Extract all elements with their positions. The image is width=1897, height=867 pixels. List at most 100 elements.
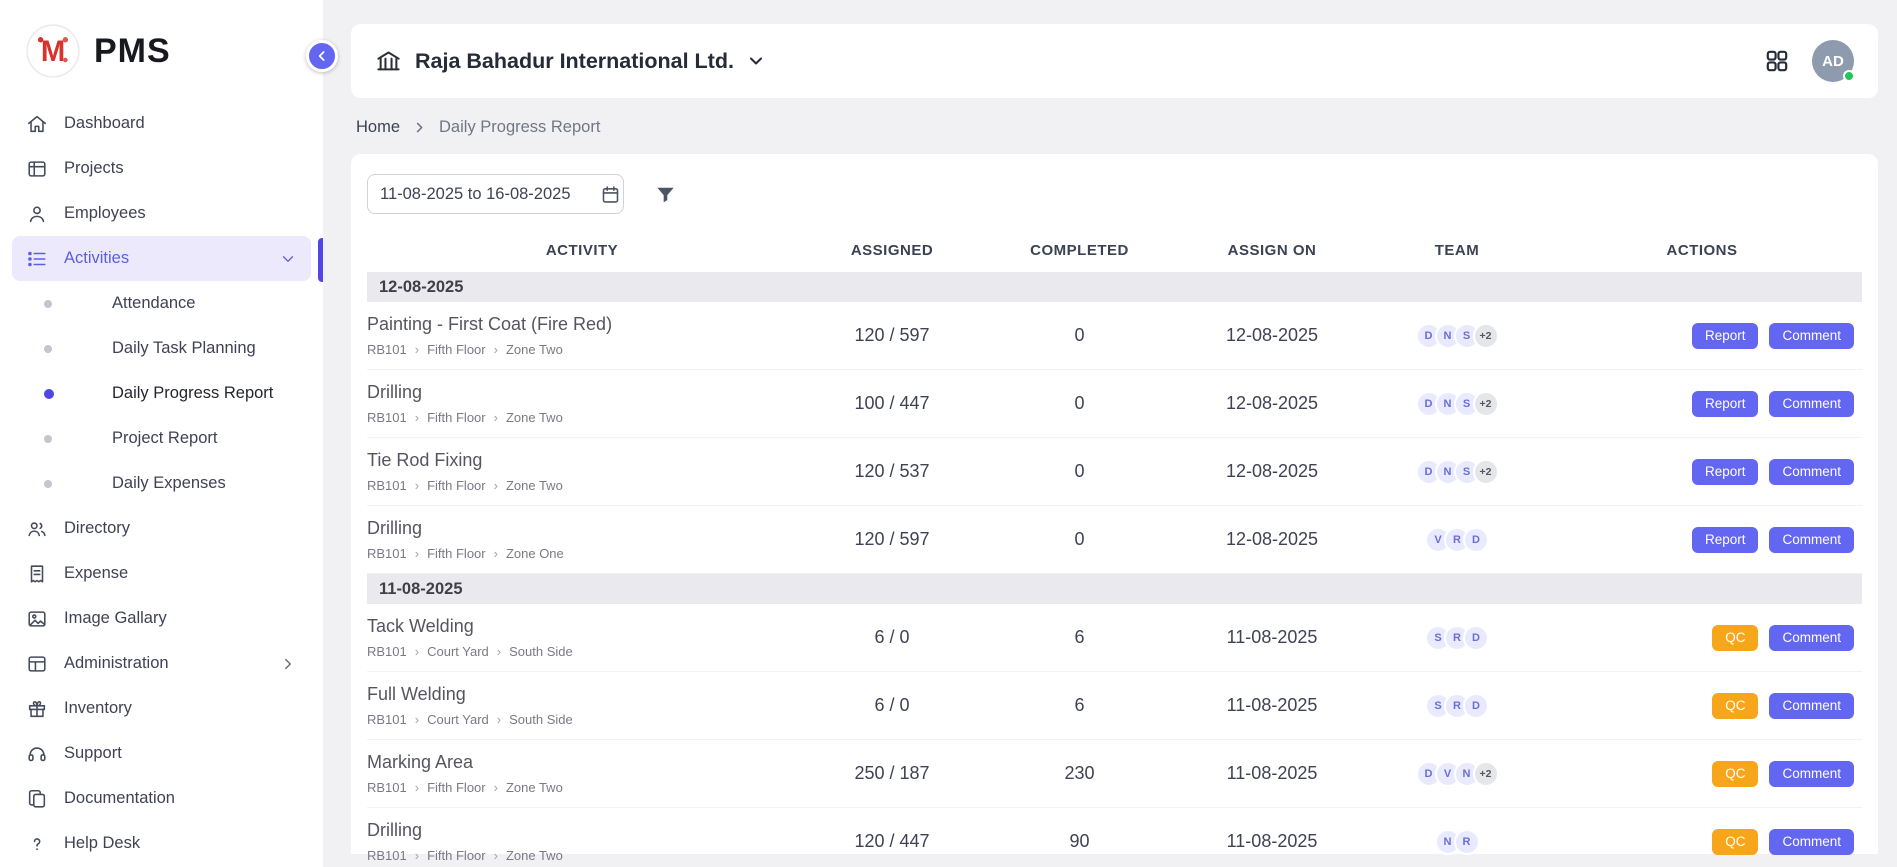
completed-value: 0 [987,325,1172,346]
sidebar-subitem-project-report[interactable]: Project Report [0,416,323,461]
sidebar-item-support[interactable]: Support [12,731,311,776]
bullet-dot-icon [44,389,54,399]
bullet-dot-icon [44,345,52,353]
sidebar-collapse-button[interactable] [306,40,338,72]
subitem-label: Daily Expenses [112,474,226,493]
report-button[interactable]: Report [1692,391,1759,417]
sidebar-item-label: Help Desk [64,834,140,853]
activity-cell: DrillingRB101›Fifth Floor›Zone Two [367,820,797,863]
sidebar-item-label: Administration [64,654,169,673]
team-more-badge[interactable]: +2 [1473,459,1499,485]
sidebar-subitem-daily-expenses[interactable]: Daily Expenses [0,461,323,506]
sidebar-item-administration[interactable]: Administration [12,641,311,686]
activity-title: Tie Rod Fixing [367,450,787,471]
sidebar: M PMS DashboardProjectsEmployeesActiviti… [0,0,323,867]
qc-button[interactable]: QC [1712,761,1758,787]
report-button[interactable]: Report [1692,527,1759,553]
report-button[interactable]: Report [1692,323,1759,349]
comment-button[interactable]: Comment [1769,323,1854,349]
team-more-badge[interactable]: +2 [1473,761,1499,787]
breadcrumb-home[interactable]: Home [356,118,400,137]
company-name: Raja Bahadur International Ltd. [415,49,734,74]
user-avatar[interactable]: AD [1812,40,1854,82]
date-range-input[interactable] [380,185,600,204]
comment-button[interactable]: Comment [1769,625,1854,651]
sidebar-item-dashboard[interactable]: Dashboard [12,101,311,146]
comment-button[interactable]: Comment [1769,829,1854,855]
inventory-icon [26,698,48,720]
sidebar-item-inventory[interactable]: Inventory [12,686,311,731]
path-segment: RB101 [367,342,407,357]
sidebar-subitem-daily-task-planning[interactable]: Daily Task Planning [0,326,323,371]
path-separator-icon: › [415,780,419,795]
toolbar [367,166,1862,214]
report-button[interactable]: Report [1692,459,1759,485]
chevron-down-icon [279,250,297,268]
help-icon [26,833,48,855]
subitem-label: Daily Task Planning [112,339,256,358]
qc-button[interactable]: QC [1712,625,1758,651]
sidebar-item-activities[interactable]: Activities [12,236,311,281]
path-separator-icon: › [494,546,498,561]
sidebar-item-documentation[interactable]: Documentation [12,776,311,821]
building-icon [375,48,402,75]
sidebar-item-employees[interactable]: Employees [12,191,311,236]
date-range-picker[interactable] [367,174,624,214]
team-avatar[interactable]: R [1454,829,1480,855]
sidebar-item-directory[interactable]: Directory [12,506,311,551]
activity-path: RB101›Court Yard›South Side [367,644,787,659]
path-separator-icon: › [494,410,498,425]
path-segment: Fifth Floor [427,478,486,493]
path-segment: Fifth Floor [427,546,486,561]
actions-cell: Report Comment [1542,459,1862,485]
sidebar-subitem-attendance[interactable]: Attendance [0,281,323,326]
comment-button[interactable]: Comment [1769,761,1854,787]
apps-grid-icon[interactable] [1764,48,1790,74]
sidebar-item-label: Projects [64,159,124,178]
sidebar-item-expense[interactable]: Expense [12,551,311,596]
svg-text:M: M [41,36,65,68]
path-separator-icon: › [497,644,501,659]
path-separator-icon: › [415,848,419,863]
team-avatar[interactable]: D [1463,527,1489,553]
employees-icon [26,203,48,225]
column-header-completed: COMPLETED [987,242,1172,259]
app-root: { "app": { "name": "PMS", "logo_letter":… [0,0,1897,867]
completed-value: 90 [987,831,1172,852]
completed-value: 0 [987,529,1172,550]
sidebar-item-help-desk[interactable]: Help Desk [12,821,311,866]
path-segment: Zone One [506,546,564,561]
team-avatar[interactable]: D [1463,693,1489,719]
filter-icon[interactable] [654,183,677,206]
bullet-dot-icon [44,435,52,443]
activity-path: RB101›Fifth Floor›Zone Two [367,342,787,357]
comment-button[interactable]: Comment [1769,391,1854,417]
sidebar-item-projects[interactable]: Projects [12,146,311,191]
sidebar-item-label: Employees [64,204,146,223]
assigned-value: 100 / 447 [797,393,987,414]
activity-cell: Painting - First Coat (Fire Red)RB101›Fi… [367,314,797,357]
sidebar-item-image-gallary[interactable]: Image Gallary [12,596,311,641]
content-card: ACTIVITY ASSIGNED COMPLETED ASSIGN ON TE… [351,154,1878,854]
activity-path: RB101›Court Yard›South Side [367,712,787,727]
activity-cell: Tie Rod FixingRB101›Fifth Floor›Zone Two [367,450,797,493]
comment-button[interactable]: Comment [1769,459,1854,485]
qc-button[interactable]: QC [1712,693,1758,719]
path-segment: Fifth Floor [427,342,486,357]
assigned-value: 6 / 0 [797,695,987,716]
comment-button[interactable]: Comment [1769,693,1854,719]
path-segment: RB101 [367,848,407,863]
team-cell: SRD [1372,625,1542,651]
top-header: Raja Bahadur International Ltd. AD [351,24,1878,98]
path-segment: Fifth Floor [427,848,486,863]
team-avatar[interactable]: D [1463,625,1489,651]
completed-value: 230 [987,763,1172,784]
company-dropdown-icon[interactable] [746,51,766,71]
team-more-badge[interactable]: +2 [1473,323,1499,349]
assigned-value: 120 / 447 [797,831,987,852]
path-segment: Zone Two [506,410,563,425]
qc-button[interactable]: QC [1712,829,1758,855]
comment-button[interactable]: Comment [1769,527,1854,553]
sidebar-subitem-daily-progress-report[interactable]: Daily Progress Report [0,371,323,416]
team-more-badge[interactable]: +2 [1473,391,1499,417]
